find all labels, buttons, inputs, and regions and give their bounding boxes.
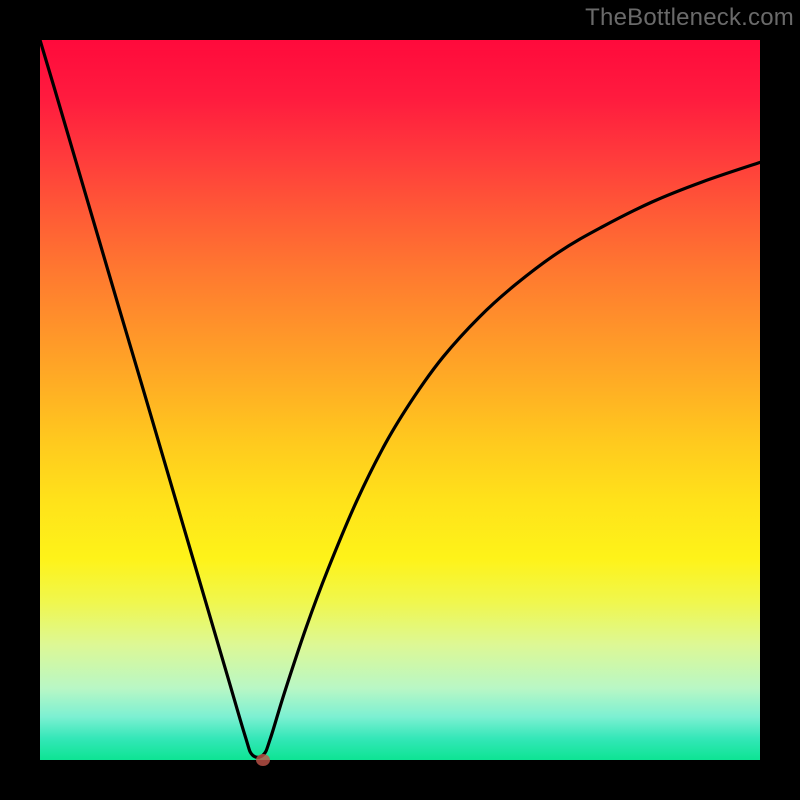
curve-svg — [40, 40, 760, 760]
plot-area — [40, 40, 760, 760]
chart-frame: TheBottleneck.com — [0, 0, 800, 800]
watermark-text: TheBottleneck.com — [585, 4, 794, 32]
optimal-point-marker — [256, 754, 270, 766]
bottleneck-curve — [40, 40, 760, 757]
